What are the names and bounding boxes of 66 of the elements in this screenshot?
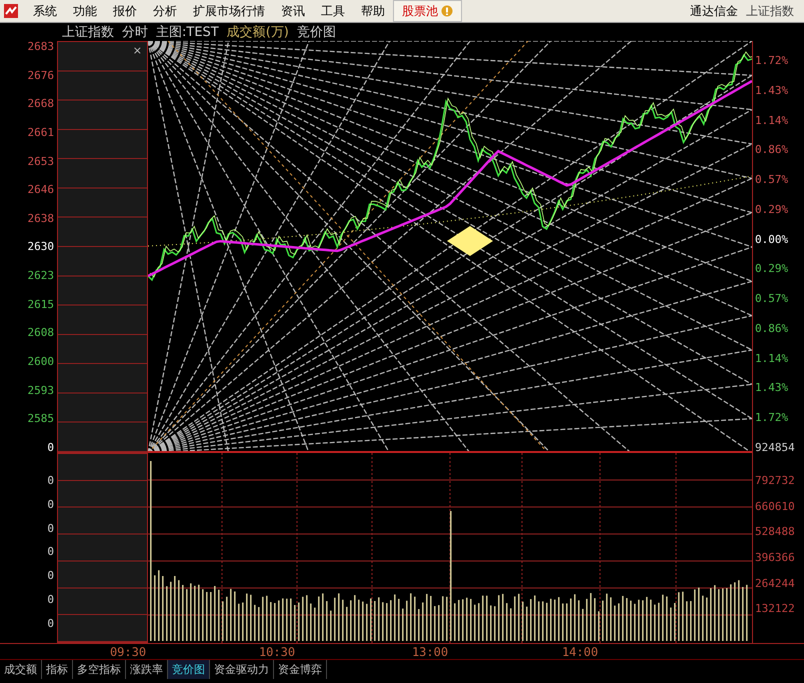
menu-item[interactable]: 报价 — [105, 1, 145, 21]
menu-item[interactable]: 分析 — [145, 1, 185, 21]
price-axis-label: 2608 — [28, 327, 54, 338]
price-axis-label: 2646 — [28, 184, 54, 196]
price-axis-label: 0 — [47, 442, 54, 453]
price-axis-label: 2668 — [28, 98, 54, 110]
volume-axis-label: 660610 — [755, 500, 795, 512]
indicator-tab[interactable]: 竞价图 — [168, 660, 210, 679]
menu-item[interactable]: 扩展市场行情 — [185, 1, 273, 21]
percent-axis-label: 0.29% — [755, 204, 788, 215]
volume-axis-label: 264244 — [755, 578, 795, 589]
price-axis-label: 2638 — [28, 212, 54, 224]
menu-item[interactable]: 工具 — [313, 1, 353, 21]
percent-axis-label: 1.72% — [755, 55, 788, 66]
price-axis-label: 2593 — [28, 384, 54, 396]
volume-axis-label: 0 — [47, 546, 54, 558]
time-axis-label: 09:30 — [110, 645, 146, 659]
chart-title: 成交额(万) — [226, 24, 289, 41]
price-axis-label: 2676 — [28, 70, 54, 81]
alert-icon — [441, 5, 453, 17]
percent-axis-label: 0.29% — [755, 263, 788, 274]
time-axis-label: 10:30 — [258, 645, 296, 659]
percent-axis-label: 0.57% — [755, 174, 788, 186]
menu-item[interactable]: 帮助 — [353, 1, 393, 21]
price-axis-label: 2653 — [28, 156, 54, 167]
price-axis-label: 2600 — [28, 356, 54, 368]
percent-axis-label: 1.43% — [755, 382, 788, 394]
time-axis-label: 13:00 — [412, 645, 448, 659]
price-axis-label: 2585 — [28, 413, 54, 424]
volume-axis-label: 924854 — [755, 442, 795, 453]
price-axis-label: 2615 — [28, 298, 54, 310]
percent-axis-label: 1.14% — [755, 352, 788, 364]
menu-item[interactable]: 系统 — [25, 1, 65, 21]
volume-axis-label: 0 — [47, 594, 54, 606]
security-name: 上证指数 — [746, 2, 795, 20]
volume-axis-label: 396366 — [755, 552, 795, 563]
percent-axis-label: 1.72% — [755, 412, 788, 424]
volume-axis-label: 132122 — [755, 603, 795, 614]
percent-axis-label: 1.14% — [755, 114, 788, 126]
price-axis-label: 2630 — [28, 241, 54, 252]
chart-title: 分时 — [122, 24, 148, 41]
percent-axis-label: 0.57% — [755, 293, 788, 304]
volume-axis-label: 0 — [47, 522, 54, 534]
percent-axis-label: 0.00% — [755, 234, 788, 245]
percent-axis-label: 0.86% — [755, 322, 788, 334]
price-axis-label: 2683 — [28, 41, 54, 52]
close-button[interactable]: × — [132, 44, 142, 57]
volume-axis-label: 792732 — [755, 475, 795, 486]
price-axis-label: 2623 — [28, 270, 54, 282]
percent-axis-label: 1.43% — [755, 84, 788, 96]
chart-title: 主图:TEST — [156, 24, 219, 41]
menu-item[interactable]: 功能 — [65, 1, 105, 21]
price-axis-label: 2661 — [28, 126, 54, 138]
diamond-marker — [447, 226, 493, 256]
volume-axis-label: 0 — [47, 570, 54, 582]
volume-axis-label: 0 — [47, 498, 54, 510]
menu-item[interactable]: 资讯 — [273, 1, 313, 21]
app-title: 通达信金 — [690, 2, 739, 20]
percent-axis-label: 0.86% — [755, 144, 788, 156]
chart-title: 上证指数 — [62, 24, 114, 41]
volume-axis-label: 528488 — [755, 526, 795, 538]
time-axis-label: 14:00 — [562, 645, 598, 659]
chart-title: 竞价图 — [296, 24, 336, 41]
app-logo-icon — [3, 3, 19, 19]
volume-axis-label: 0 — [47, 618, 54, 629]
volume-axis-label: 0 — [47, 475, 54, 486]
